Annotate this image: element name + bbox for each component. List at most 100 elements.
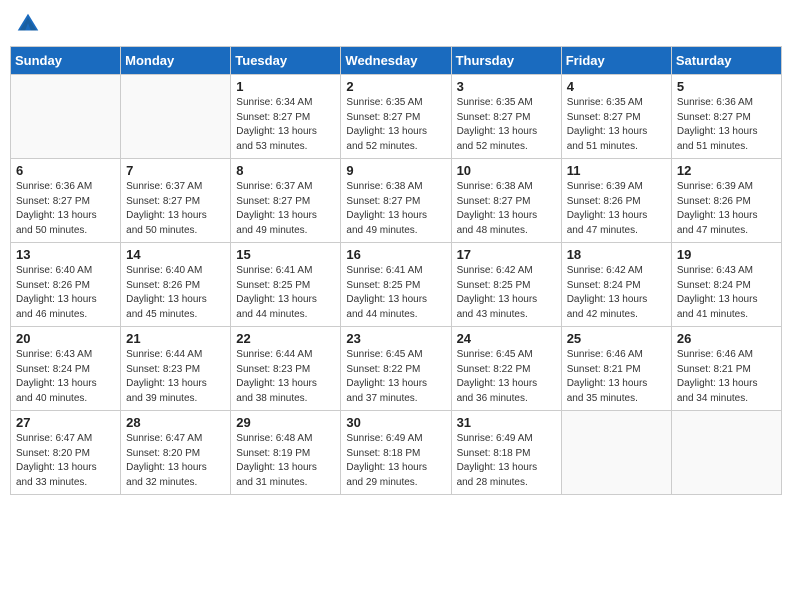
calendar-day-cell: 1 Sunrise: 6:34 AM Sunset: 8:27 PM Daylig… <box>231 75 341 159</box>
day-detail: Sunrise: 6:44 AM Sunset: 8:23 PM Dayligh… <box>236 348 335 406</box>
calendar-day-cell: 28Sunrise: 6:47 AM Sunset: 8:20 PM Dayli… <box>121 411 231 495</box>
day-number: 13 <box>16 247 115 262</box>
day-number: 30 <box>346 415 445 430</box>
weekday-header-sunday: Sunday <box>11 47 121 75</box>
calendar-day-cell: 7 Sunrise: 6:37 AM Sunset: 8:27 PM Daylig… <box>121 159 231 243</box>
day-number: 31 <box>457 415 556 430</box>
day-number: 25 <box>567 331 666 346</box>
calendar-week-2: 6Sunrise: 6:36 AM Sunset: 8:27 PM Daylig… <box>11 159 782 243</box>
day-detail: Sunrise: 6:35 AM Sunset: 8:27 PM Dayligh… <box>346 96 445 154</box>
day-detail: Sunrise: 6:47 AM Sunset: 8:20 PM Dayligh… <box>16 432 115 490</box>
day-number: 23 <box>346 331 445 346</box>
weekday-header-wednesday: Wednesday <box>341 47 451 75</box>
day-number: 12 <box>677 163 776 178</box>
calendar-day-cell: 12 Sunrise: 6:39 AM Sunset: 8:26 PM Dayli… <box>671 159 781 243</box>
calendar-day-cell: 14 Sunrise: 6:40 AM Sunset: 8:26 PM Dayli… <box>121 243 231 327</box>
day-number: 14 <box>126 247 225 262</box>
day-detail: Sunrise: 6:43 AM Sunset: 8:24 PM Dayligh… <box>677 264 776 322</box>
day-detail: Sunrise: 6:38 AM Sunset: 8:27 PM Dayligh… <box>346 180 445 238</box>
day-detail: Sunrise: 6:45 AM Sunset: 8:22 PM Dayligh… <box>457 348 556 406</box>
day-detail: Sunrise: 6:47 AM Sunset: 8:20 PM Dayligh… <box>126 432 225 490</box>
day-number: 5 <box>677 79 776 94</box>
calendar-day-cell: 3 Sunrise: 6:35 AM Sunset: 8:27 PM Daylig… <box>451 75 561 159</box>
calendar-day-cell: 21 Sunrise: 6:44 AM Sunset: 8:23 PM Dayli… <box>121 327 231 411</box>
day-detail: Sunrise: 6:39 AM Sunset: 8:26 PM Dayligh… <box>567 180 666 238</box>
day-number: 20 <box>16 331 115 346</box>
calendar-day-cell: 31 Sunrise: 6:49 AM Sunset: 8:18 PM Dayli… <box>451 411 561 495</box>
calendar-week-5: 27 Sunrise: 6:47 AM Sunset: 8:20 PM Dayli… <box>11 411 782 495</box>
day-detail: Sunrise: 6:42 AM Sunset: 8:24 PM Dayligh… <box>567 264 666 322</box>
calendar-day-cell: 19 Sunrise: 6:43 AM Sunset: 8:24 PM Dayli… <box>671 243 781 327</box>
calendar-day-cell <box>121 75 231 159</box>
calendar-day-cell: 4Sunrise: 6:35 AM Sunset: 8:27 PM Daylig… <box>561 75 671 159</box>
day-detail: Sunrise: 6:38 AM Sunset: 8:27 PM Dayligh… <box>457 180 556 238</box>
calendar-day-cell <box>671 411 781 495</box>
day-number: 1 <box>236 79 335 94</box>
calendar-day-cell: 8Sunrise: 6:37 AM Sunset: 8:27 PM Daylig… <box>231 159 341 243</box>
day-number: 2 <box>346 79 445 94</box>
weekday-header-row: SundayMondayTuesdayWednesdayThursdayFrid… <box>11 47 782 75</box>
weekday-header-friday: Friday <box>561 47 671 75</box>
calendar-week-3: 13 Sunrise: 6:40 AM Sunset: 8:26 PM Dayli… <box>11 243 782 327</box>
calendar-day-cell: 5Sunrise: 6:36 AM Sunset: 8:27 PM Daylig… <box>671 75 781 159</box>
day-detail: Sunrise: 6:37 AM Sunset: 8:27 PM Dayligh… <box>236 180 335 238</box>
day-detail: Sunrise: 6:41 AM Sunset: 8:25 PM Dayligh… <box>236 264 335 322</box>
day-detail: Sunrise: 6:45 AM Sunset: 8:22 PM Dayligh… <box>346 348 445 406</box>
calendar-day-cell: 30 Sunrise: 6:49 AM Sunset: 8:18 PM Dayli… <box>341 411 451 495</box>
day-detail: Sunrise: 6:37 AM Sunset: 8:27 PM Dayligh… <box>126 180 225 238</box>
day-detail: Sunrise: 6:35 AM Sunset: 8:27 PM Dayligh… <box>567 96 666 154</box>
page-header <box>10 10 782 38</box>
calendar-week-1: 1 Sunrise: 6:34 AM Sunset: 8:27 PM Daylig… <box>11 75 782 159</box>
day-detail: Sunrise: 6:39 AM Sunset: 8:26 PM Dayligh… <box>677 180 776 238</box>
calendar-day-cell: 26 Sunrise: 6:46 AM Sunset: 8:21 PM Dayli… <box>671 327 781 411</box>
day-number: 19 <box>677 247 776 262</box>
day-number: 10 <box>457 163 556 178</box>
day-number: 7 <box>126 163 225 178</box>
day-number: 15 <box>236 247 335 262</box>
day-number: 24 <box>457 331 556 346</box>
day-number: 18 <box>567 247 666 262</box>
day-number: 9 <box>346 163 445 178</box>
day-detail: Sunrise: 6:42 AM Sunset: 8:25 PM Dayligh… <box>457 264 556 322</box>
day-number: 27 <box>16 415 115 430</box>
day-detail: Sunrise: 6:49 AM Sunset: 8:18 PM Dayligh… <box>346 432 445 490</box>
day-number: 17 <box>457 247 556 262</box>
day-number: 3 <box>457 79 556 94</box>
day-detail: Sunrise: 6:41 AM Sunset: 8:25 PM Dayligh… <box>346 264 445 322</box>
day-detail: Sunrise: 6:44 AM Sunset: 8:23 PM Dayligh… <box>126 348 225 406</box>
calendar-day-cell <box>11 75 121 159</box>
day-detail: Sunrise: 6:46 AM Sunset: 8:21 PM Dayligh… <box>677 348 776 406</box>
calendar-day-cell: 13 Sunrise: 6:40 AM Sunset: 8:26 PM Dayli… <box>11 243 121 327</box>
calendar-day-cell: 23 Sunrise: 6:45 AM Sunset: 8:22 PM Dayli… <box>341 327 451 411</box>
calendar-day-cell: 9 Sunrise: 6:38 AM Sunset: 8:27 PM Daylig… <box>341 159 451 243</box>
calendar-day-cell: 20 Sunrise: 6:43 AM Sunset: 8:24 PM Dayli… <box>11 327 121 411</box>
day-detail: Sunrise: 6:48 AM Sunset: 8:19 PM Dayligh… <box>236 432 335 490</box>
calendar-day-cell: 16 Sunrise: 6:41 AM Sunset: 8:25 PM Dayli… <box>341 243 451 327</box>
day-detail: Sunrise: 6:40 AM Sunset: 8:26 PM Dayligh… <box>126 264 225 322</box>
calendar-day-cell: 25Sunrise: 6:46 AM Sunset: 8:21 PM Dayli… <box>561 327 671 411</box>
calendar-day-cell: 22 Sunrise: 6:44 AM Sunset: 8:23 PM Dayli… <box>231 327 341 411</box>
day-number: 26 <box>677 331 776 346</box>
day-detail: Sunrise: 6:34 AM Sunset: 8:27 PM Dayligh… <box>236 96 335 154</box>
day-number: 16 <box>346 247 445 262</box>
calendar-day-cell: 29Sunrise: 6:48 AM Sunset: 8:19 PM Dayli… <box>231 411 341 495</box>
weekday-header-tuesday: Tuesday <box>231 47 341 75</box>
calendar-table: SundayMondayTuesdayWednesdayThursdayFrid… <box>10 46 782 495</box>
calendar-day-cell: 18 Sunrise: 6:42 AM Sunset: 8:24 PM Dayli… <box>561 243 671 327</box>
calendar-day-cell: 17 Sunrise: 6:42 AM Sunset: 8:25 PM Dayli… <box>451 243 561 327</box>
day-number: 22 <box>236 331 335 346</box>
calendar-day-cell: 24 Sunrise: 6:45 AM Sunset: 8:22 PM Dayli… <box>451 327 561 411</box>
weekday-header-saturday: Saturday <box>671 47 781 75</box>
day-number: 21 <box>126 331 225 346</box>
day-detail: Sunrise: 6:40 AM Sunset: 8:26 PM Dayligh… <box>16 264 115 322</box>
day-detail: Sunrise: 6:49 AM Sunset: 8:18 PM Dayligh… <box>457 432 556 490</box>
calendar-day-cell: 15 Sunrise: 6:41 AM Sunset: 8:25 PM Dayli… <box>231 243 341 327</box>
calendar-day-cell: 2 Sunrise: 6:35 AM Sunset: 8:27 PM Daylig… <box>341 75 451 159</box>
weekday-header-monday: Monday <box>121 47 231 75</box>
calendar-week-4: 20 Sunrise: 6:43 AM Sunset: 8:24 PM Dayli… <box>11 327 782 411</box>
day-detail: Sunrise: 6:35 AM Sunset: 8:27 PM Dayligh… <box>457 96 556 154</box>
logo-icon <box>14 10 42 38</box>
weekday-header-thursday: Thursday <box>451 47 561 75</box>
calendar-day-cell: 27 Sunrise: 6:47 AM Sunset: 8:20 PM Dayli… <box>11 411 121 495</box>
day-detail: Sunrise: 6:43 AM Sunset: 8:24 PM Dayligh… <box>16 348 115 406</box>
